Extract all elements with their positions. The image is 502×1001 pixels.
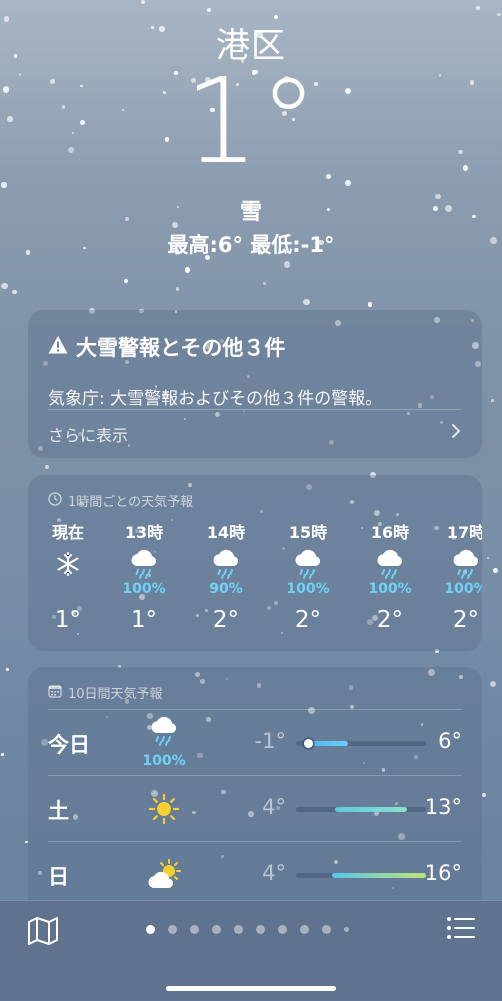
day-label: 日 xyxy=(48,865,69,889)
page-dot[interactable] xyxy=(212,925,221,934)
hourly-heading: 1時間ごとの天気予報 xyxy=(48,491,193,510)
clock-icon xyxy=(48,491,62,510)
current-temp-marker xyxy=(303,739,313,748)
page-dot[interactable] xyxy=(300,925,309,934)
low-temperature: 4° xyxy=(262,861,286,885)
temperature-range-fill xyxy=(335,807,407,812)
partly-cloudy-icon xyxy=(144,858,184,896)
daily-heading-label: 10日間天気予報 xyxy=(68,687,163,702)
hourly-item: 16時 100% 2° xyxy=(358,519,422,633)
hourly-item: 現在 1° xyxy=(36,519,100,633)
hourly-item: 14時 90% 2° xyxy=(194,519,258,633)
chevron-right-icon xyxy=(450,422,462,446)
hour-temperature: 2° xyxy=(376,607,404,633)
list-icon[interactable] xyxy=(446,915,478,947)
day-label: 土 xyxy=(48,799,69,823)
calendar-icon xyxy=(48,684,62,702)
sun-icon xyxy=(144,792,184,830)
page-dot[interactable] xyxy=(344,927,349,932)
map-icon[interactable] xyxy=(26,915,62,949)
bottom-toolbar xyxy=(0,900,502,1001)
page-dot[interactable] xyxy=(146,925,155,934)
hour-label: 14時 xyxy=(206,523,246,542)
hourly-item: 13時 100% 1° xyxy=(112,519,176,633)
page-dot[interactable] xyxy=(256,925,265,934)
hour-temperature: 2° xyxy=(452,607,480,633)
precip-chance: 100% xyxy=(122,581,166,597)
divider xyxy=(48,775,462,776)
current-condition: 雪 xyxy=(239,200,262,225)
page-dot[interactable] xyxy=(234,925,243,934)
daily-row[interactable]: 土 4° 13° xyxy=(48,775,462,841)
weather-alert-card[interactable]: 大雪警報とその他３件 気象庁: 大雪警報およびその他３件の警報。 さらに表示 xyxy=(28,310,482,458)
hour-label: 13時 xyxy=(124,523,164,542)
low-temperature: 4° xyxy=(262,795,286,819)
hour-label: 現在 xyxy=(51,523,84,542)
rain-cloud-icon xyxy=(144,715,184,751)
daily-row[interactable]: 日 4° 16° xyxy=(48,841,462,907)
precip-chance: 100% xyxy=(368,581,412,597)
precip-chance xyxy=(36,581,100,599)
day-label: 今日 xyxy=(48,733,90,757)
high-temperature: 16° xyxy=(424,861,462,885)
show-more-label: さらに表示 xyxy=(48,426,129,445)
precip-chance: 90% xyxy=(209,581,243,597)
hour-label: 16時 xyxy=(370,523,410,542)
low-temperature: -1° xyxy=(254,729,286,753)
current-temperature: 1° xyxy=(183,52,319,190)
page-dot[interactable] xyxy=(168,925,177,934)
page-dot[interactable] xyxy=(190,925,199,934)
temperature-range-fill xyxy=(332,873,426,878)
high-low-temperature: 最高:6° 最低:-1° xyxy=(167,233,335,257)
hour-temperature: 1° xyxy=(54,607,82,633)
precip-chance: 100% xyxy=(142,753,186,769)
alert-title-row: 大雪警報とその他３件 xyxy=(48,332,285,362)
divider xyxy=(48,709,462,710)
precip-chance: 100% xyxy=(444,581,482,597)
daily-row[interactable]: 今日 100% -1° 6° xyxy=(48,709,462,775)
precip-chance: 100% xyxy=(286,581,330,597)
temperature-range-bar xyxy=(296,739,426,748)
hourly-item: 15時 100% 2° xyxy=(276,519,340,633)
hourly-heading-label: 1時間ごとの天気予報 xyxy=(68,495,194,510)
hour-temperature: 2° xyxy=(212,607,240,633)
hour-temperature: 2° xyxy=(294,607,322,633)
high-temperature: 13° xyxy=(424,795,462,819)
page-dot[interactable] xyxy=(322,925,331,934)
page-indicator[interactable] xyxy=(146,925,349,934)
alert-title: 大雪警報とその他３件 xyxy=(76,336,286,360)
daily-heading: 10日間天気予報 xyxy=(48,683,163,702)
hour-temperature: 1° xyxy=(130,607,158,633)
warning-icon xyxy=(48,335,68,360)
high-temperature: 6° xyxy=(438,729,462,753)
hourly-forecast-card[interactable]: 1時間ごとの天気予報 現在 1° 13時 100% 1° 14時 90% 2° 15時 100% 2… xyxy=(28,475,482,651)
hour-label: 15時 xyxy=(288,523,328,542)
hour-label: 17時 xyxy=(446,523,482,542)
temperature-range-bar xyxy=(296,807,426,812)
alert-body: 気象庁: 大雪警報およびその他３件の警報。 xyxy=(48,389,383,409)
home-indicator xyxy=(166,986,336,991)
ten-day-forecast-card[interactable]: 10日間天気予報 今日 100% -1° 6° 土 4° 13° 日 4° 16° xyxy=(28,667,482,907)
hourly-item: 17時 100% 2° xyxy=(434,519,482,633)
page-dot[interactable] xyxy=(278,925,287,934)
show-more-link[interactable]: さらに表示 xyxy=(48,422,462,446)
divider xyxy=(48,409,462,410)
divider xyxy=(48,841,462,842)
temperature-range-bar xyxy=(296,873,426,878)
